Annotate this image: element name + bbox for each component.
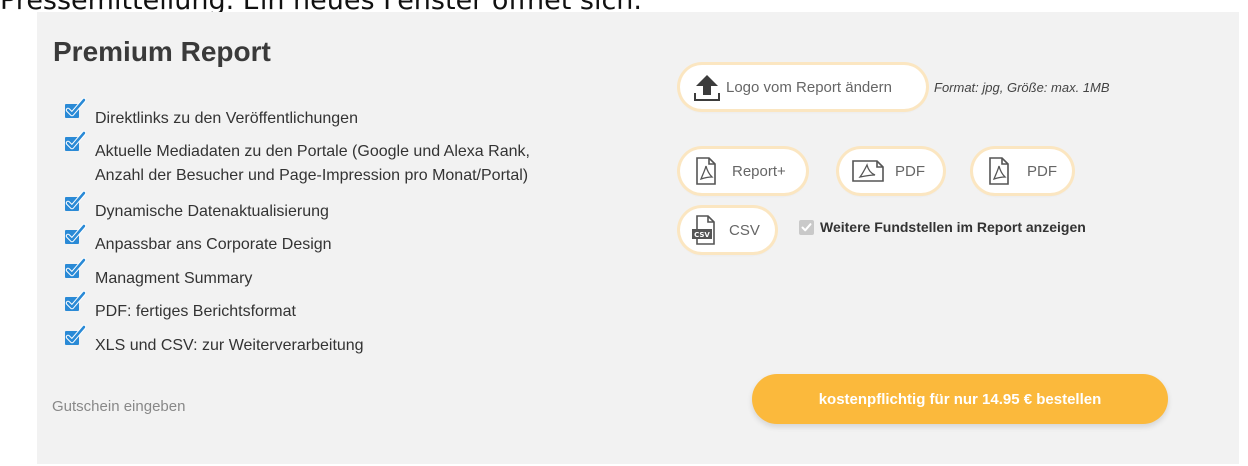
svg-text:CSV: CSV [694,231,710,239]
upload-icon [694,75,720,101]
pdf-landscape-label: PDF [895,162,925,180]
feature-label-continued: Anzahl der Besucher und Page-Impression … [95,167,529,184]
feature-label: Aktuelle Mediadaten zu den Portale (Goog… [95,143,530,160]
feature-label: PDF: fertiges Berichtsformat [95,303,296,320]
feature-item: Aktuelle Mediadaten zu den Portale (Goog… [64,130,530,188]
coupon-link[interactable]: Gutschein eingeben [52,397,185,417]
report-title: Premium Report [53,36,271,67]
csv-button[interactable]: CSV CSV [680,208,775,252]
csv-file-icon: CSV [692,215,715,245]
more-findings-checkbox[interactable] [799,219,814,235]
feature-item: Anpassbar ans Corporate Design [64,223,332,257]
pdf-portrait-label: PDF [1027,162,1057,180]
feature-label: Anpassbar ans Corporate Design [95,236,332,253]
pdf-file-icon [989,157,1009,185]
checkmark-icon [65,130,86,151]
premium-report-panel: Premium Report Direktlinks zu den Veröff… [37,12,1239,464]
csv-label: CSV [729,221,760,239]
change-logo-button[interactable]: Logo vom Report ändern [680,65,926,109]
feature-item: PDF: fertiges Berichtsformat [64,290,296,324]
order-button[interactable]: kostenpflichtig für nur 14.95 € bestelle… [752,374,1168,424]
feature-label: Managment Summary [95,270,253,287]
more-findings-option[interactable]: Weitere Fundstellen im Report anzeigen [799,219,1086,235]
feature-item: Dynamische Datenaktualisierung [64,190,329,224]
report-plus-button[interactable]: Report+ [680,149,806,193]
feature-item: Direktlinks zu den Veröffentlichungen [64,97,358,131]
pdf-portrait-button[interactable]: PDF [973,149,1072,193]
pdf-landscape-button[interactable]: PDF [839,149,943,193]
more-findings-label: Weitere Fundstellen im Report anzeigen [820,219,1086,235]
checkmark-icon [65,223,86,244]
feature-label: Direktlinks zu den Veröffentlichungen [95,110,358,127]
checkmark-icon [65,290,86,311]
feature-item: XLS und CSV: zur Weiterverarbeitung [64,324,364,358]
check-icon [801,222,812,231]
pdf-landscape-icon [852,160,884,182]
checkmark-icon [65,324,86,345]
checkmark-icon [65,190,86,211]
feature-label: Dynamische Datenaktualisierung [95,203,329,220]
feature-label: XLS und CSV: zur Weiterverarbeitung [95,337,364,354]
pdf-file-icon [696,157,716,185]
change-logo-label: Logo vom Report ändern [726,78,892,96]
logo-format-hint: Format: jpg, Größe: max. 1MB [934,80,1110,95]
report-plus-label: Report+ [732,162,786,180]
feature-item: Managment Summary [64,257,253,291]
checkmark-icon [65,257,86,278]
checkmark-icon [65,97,86,118]
